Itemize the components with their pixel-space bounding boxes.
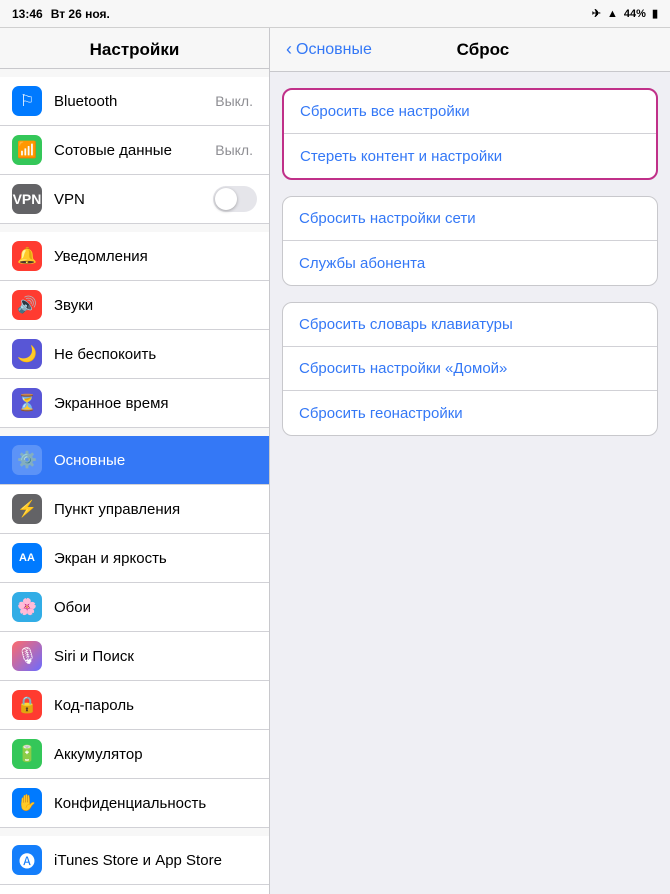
sidebar-item-general[interactable]: ⚙️ Основные bbox=[0, 436, 269, 485]
controlcenter-icon: ⚡ bbox=[12, 494, 42, 524]
sidebar-title: Настройки bbox=[0, 28, 269, 69]
reset-location[interactable]: Сбросить геонастройки bbox=[283, 391, 657, 435]
right-panel-title: Сброс bbox=[372, 40, 594, 60]
sidebar-item-vpn[interactable]: VPN VPN bbox=[0, 175, 269, 224]
wallpaper-icon: 🌸 bbox=[12, 592, 42, 622]
reset-keyboard[interactable]: Сбросить словарь клавиатуры bbox=[283, 303, 657, 347]
notifications-icon: 🔔 bbox=[12, 241, 42, 271]
sidebar-item-privacy[interactable]: ✋ Конфиденциальность bbox=[0, 779, 269, 828]
display-label: Экран и яркость bbox=[54, 550, 257, 567]
reset-all-settings[interactable]: Сбросить все настройки bbox=[284, 90, 656, 134]
reset-group-1: Сбросить все настройки Стереть контент и… bbox=[282, 88, 658, 180]
reset-home[interactable]: Сбросить настройки «Домой» bbox=[283, 347, 657, 391]
passcode-label: Код-пароль bbox=[54, 697, 257, 714]
sidebar-item-notifications[interactable]: 🔔 Уведомления bbox=[0, 232, 269, 281]
wifi-icon: ▲ bbox=[607, 8, 618, 20]
sidebar-item-passcode[interactable]: 🔒 Код-пароль bbox=[0, 681, 269, 730]
donotdisturb-label: Не беспокоить bbox=[54, 346, 257, 363]
sidebar-item-siri[interactable]: 🎙 Siri и Поиск bbox=[0, 632, 269, 681]
general-icon: ⚙️ bbox=[12, 445, 42, 475]
itunes-label: iTunes Store и App Store bbox=[54, 852, 257, 869]
screentime-label: Экранное время bbox=[54, 395, 257, 412]
cellular-value: Выкл. bbox=[215, 142, 253, 158]
donotdisturb-icon: 🌙 bbox=[12, 339, 42, 369]
battery-icon: ▮ bbox=[652, 7, 658, 20]
bluetooth-label: Bluetooth bbox=[54, 93, 215, 110]
status-bar: 13:46 Вт 26 ноя. ✈ ▲ 44% ▮ bbox=[0, 0, 670, 28]
sidebar-item-battery[interactable]: 🔋 Аккумулятор bbox=[0, 730, 269, 779]
date: Вт 26 ноя. bbox=[51, 7, 110, 21]
siri-label: Siri и Поиск bbox=[54, 648, 257, 665]
main-container: Настройки ⚐ Bluetooth Выкл. 📶 Сотовые да… bbox=[0, 28, 670, 894]
back-button[interactable]: ‹ Основные bbox=[286, 39, 372, 60]
sidebar: Настройки ⚐ Bluetooth Выкл. 📶 Сотовые да… bbox=[0, 28, 270, 894]
bluetooth-icon: ⚐ bbox=[12, 86, 42, 116]
notifications-label: Уведомления bbox=[54, 248, 257, 265]
siri-icon: 🎙 bbox=[12, 641, 42, 671]
sidebar-item-screentime[interactable]: ⏳ Экранное время bbox=[0, 379, 269, 428]
battery-label: Аккумулятор bbox=[54, 746, 257, 763]
right-header: ‹ Основные Сброс bbox=[270, 28, 670, 72]
subscriber-services[interactable]: Службы абонента bbox=[283, 241, 657, 285]
screentime-icon: ⏳ bbox=[12, 388, 42, 418]
vpn-toggle[interactable] bbox=[213, 186, 257, 212]
reset-group-3: Сбросить словарь клавиатуры Сбросить нас… bbox=[282, 302, 658, 436]
sounds-icon: 🔊 bbox=[12, 290, 42, 320]
cellular-icon: 📶 bbox=[12, 135, 42, 165]
back-label: Основные bbox=[296, 41, 372, 59]
sidebar-item-bluetooth[interactable]: ⚐ Bluetooth Выкл. bbox=[0, 77, 269, 126]
sidebar-item-wallpaper[interactable]: 🌸 Обои bbox=[0, 583, 269, 632]
wallpaper-label: Обои bbox=[54, 599, 257, 616]
reset-network[interactable]: Сбросить настройки сети bbox=[283, 197, 657, 241]
right-panel: ‹ Основные Сброс Сбросить все настройки … bbox=[270, 28, 670, 894]
airplane-icon: ✈ bbox=[592, 7, 601, 20]
privacy-label: Конфиденциальность bbox=[54, 795, 257, 812]
sidebar-item-donotdisturb[interactable]: 🌙 Не беспокоить bbox=[0, 330, 269, 379]
back-chevron-icon: ‹ bbox=[286, 39, 292, 60]
sidebar-item-controlcenter[interactable]: ⚡ Пункт управления bbox=[0, 485, 269, 534]
sidebar-item-cellular[interactable]: 📶 Сотовые данные Выкл. bbox=[0, 126, 269, 175]
bluetooth-value: Выкл. bbox=[215, 93, 253, 109]
status-left: 13:46 Вт 26 ноя. bbox=[12, 7, 110, 21]
reset-content: Сбросить все настройки Стереть контент и… bbox=[270, 72, 670, 452]
reset-group-2: Сбросить настройки сети Службы абонента bbox=[282, 196, 658, 286]
general-label: Основные bbox=[54, 452, 257, 469]
time: 13:46 bbox=[12, 7, 43, 21]
sidebar-item-sounds[interactable]: 🔊 Звуки bbox=[0, 281, 269, 330]
sounds-label: Звуки bbox=[54, 297, 257, 314]
itunes-icon: 🅐 bbox=[12, 845, 42, 875]
display-icon: AA bbox=[12, 543, 42, 573]
vpn-icon: VPN bbox=[12, 184, 42, 214]
privacy-icon: ✋ bbox=[12, 788, 42, 818]
cellular-label: Сотовые данные bbox=[54, 142, 215, 159]
erase-content[interactable]: Стереть контент и настройки bbox=[284, 134, 656, 178]
sidebar-item-display[interactable]: AA Экран и яркость bbox=[0, 534, 269, 583]
battery-icon-sidebar: 🔋 bbox=[12, 739, 42, 769]
sidebar-item-itunes[interactable]: 🅐 iTunes Store и App Store bbox=[0, 836, 269, 885]
battery: 44% bbox=[624, 8, 646, 20]
passcode-icon: 🔒 bbox=[12, 690, 42, 720]
vpn-label: VPN bbox=[54, 191, 213, 208]
controlcenter-label: Пункт управления bbox=[54, 501, 257, 518]
sidebar-item-accounts[interactable]: 🔑 Пароли и учетные записи bbox=[0, 885, 269, 894]
status-right: ✈ ▲ 44% ▮ bbox=[592, 7, 658, 20]
